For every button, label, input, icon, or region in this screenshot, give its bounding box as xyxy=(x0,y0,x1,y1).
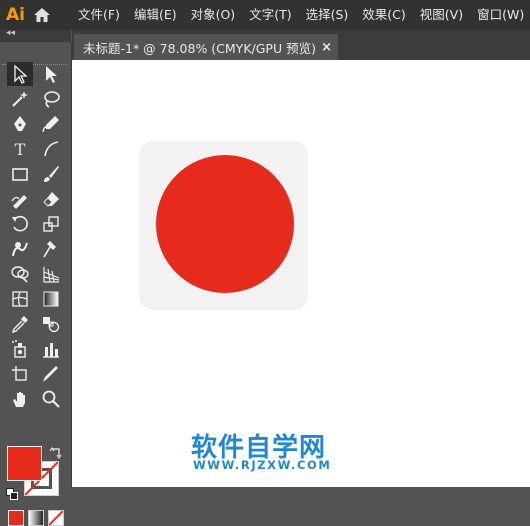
gradient-mode-button[interactable] xyxy=(28,510,44,526)
curvature-tool-icon xyxy=(42,116,59,133)
selection-tool[interactable] xyxy=(7,62,33,86)
artboard-tool-icon xyxy=(12,366,27,381)
menu-object[interactable]: 对象(O) xyxy=(184,0,243,30)
pen-tool[interactable] xyxy=(7,112,33,136)
column-graph-tool[interactable] xyxy=(38,337,64,361)
red-circle-shape[interactable] xyxy=(156,155,294,293)
paintbrush-tool[interactable] xyxy=(38,162,64,186)
swap-fill-stroke-icon[interactable] xyxy=(49,446,63,460)
line-segment-tool[interactable] xyxy=(38,137,64,161)
artboard-canvas[interactable]: 软件自学网 WWW.RJZXW.COM xyxy=(72,60,530,487)
rectangle-tool[interactable] xyxy=(7,162,33,186)
rectangle-tool-icon xyxy=(12,168,28,181)
menu-edit[interactable]: 编辑(E) xyxy=(127,0,184,30)
rotate-tool[interactable] xyxy=(7,212,33,236)
type-tool[interactable]: T xyxy=(7,137,33,161)
perspective-grid-tool[interactable] xyxy=(38,262,64,286)
direct-selection-tool[interactable] xyxy=(38,62,64,86)
gradient-tool-icon xyxy=(43,291,59,307)
artboard-tool[interactable] xyxy=(7,362,33,386)
direct-selection-tool-icon xyxy=(46,66,57,83)
document-tab-bar: 未标题-1* @ 78.08% (CMYK/GPU 预览) × xyxy=(72,30,530,60)
symbol-sprayer-tool[interactable] xyxy=(7,337,33,361)
color-mode-button[interactable] xyxy=(8,510,24,526)
paintbrush-tool-icon xyxy=(44,166,59,182)
curvature-tool[interactable] xyxy=(38,112,64,136)
menu-view[interactable]: 视图(V) xyxy=(413,0,470,30)
zoom-tool[interactable] xyxy=(38,387,64,411)
type-tool-icon: T xyxy=(14,139,26,159)
shape-builder-tool[interactable] xyxy=(7,262,33,286)
selection-tool-icon xyxy=(14,64,28,84)
app-logo: Ai xyxy=(6,5,25,25)
zoom-tool-icon xyxy=(42,390,60,408)
warp-tool-icon xyxy=(12,242,28,257)
shape-builder-tool-icon xyxy=(11,266,29,283)
perspective-grid-tool-icon xyxy=(43,267,60,283)
magic-wand-tool-icon xyxy=(12,91,28,107)
hand-tool[interactable] xyxy=(7,387,33,411)
lasso-tool-icon xyxy=(44,91,60,108)
collapse-panel-button[interactable]: ◂◂ xyxy=(6,28,15,38)
warp-tool[interactable] xyxy=(7,237,33,261)
none-mode-button[interactable] xyxy=(48,510,64,526)
menu-bar: Ai 文件(F) 编辑(E) 对象(O) 文字(T) 选择(S) 效果(C) 视… xyxy=(0,0,530,30)
eyedropper-tool-icon xyxy=(11,316,28,334)
rotate-tool-icon xyxy=(12,215,28,232)
eraser-tool-icon xyxy=(43,192,59,207)
eraser-tool[interactable] xyxy=(38,187,64,211)
hand-tool-icon xyxy=(13,392,25,407)
line-segment-tool-icon xyxy=(44,141,59,157)
menu-effect[interactable]: 效果(C) xyxy=(355,0,412,30)
blend-tool-icon xyxy=(43,317,60,333)
home-icon xyxy=(33,8,50,22)
watermark-url: WWW.RJZXW.COM xyxy=(193,458,332,472)
puppet-warp-tool-icon xyxy=(43,241,56,258)
column-graph-tool-icon xyxy=(43,343,59,358)
scale-tool-icon xyxy=(43,216,59,232)
menu-window[interactable]: 窗口(W) xyxy=(470,0,530,30)
magic-wand-tool[interactable] xyxy=(7,87,33,111)
slice-tool[interactable] xyxy=(38,362,64,386)
puppet-warp-tool[interactable] xyxy=(38,237,64,261)
document-tab-title: 未标题-1* @ 78.08% (CMYK/GPU 预览) xyxy=(83,40,316,56)
pen-tool-icon xyxy=(14,116,26,131)
document-tab[interactable]: 未标题-1* @ 78.08% (CMYK/GPU 预览) × xyxy=(74,34,338,60)
menu-type[interactable]: 文字(T) xyxy=(242,0,298,30)
menu-file[interactable]: 文件(F) xyxy=(71,0,127,30)
mesh-tool-icon xyxy=(12,291,28,307)
close-tab-button[interactable]: × xyxy=(321,40,332,55)
shaper-tool-icon xyxy=(11,195,27,209)
lasso-tool[interactable] xyxy=(38,87,64,111)
eyedropper-tool[interactable] xyxy=(7,312,33,336)
fill-swatch[interactable] xyxy=(7,446,42,481)
toolbar-header: ◂◂ xyxy=(0,28,71,42)
scale-tool[interactable] xyxy=(38,212,64,236)
home-button[interactable] xyxy=(33,4,51,26)
default-fill-stroke-icon[interactable] xyxy=(6,488,18,500)
symbol-sprayer-tool-icon xyxy=(12,340,26,358)
mesh-tool[interactable] xyxy=(7,287,33,311)
slice-tool-icon xyxy=(43,366,58,382)
blend-tool[interactable] xyxy=(38,312,64,336)
shaper-tool[interactable] xyxy=(7,187,33,211)
none-icon xyxy=(49,511,63,525)
menu-select[interactable]: 选择(S) xyxy=(299,0,356,30)
gradient-tool[interactable] xyxy=(38,287,64,311)
tools-panel: T xyxy=(0,42,72,526)
